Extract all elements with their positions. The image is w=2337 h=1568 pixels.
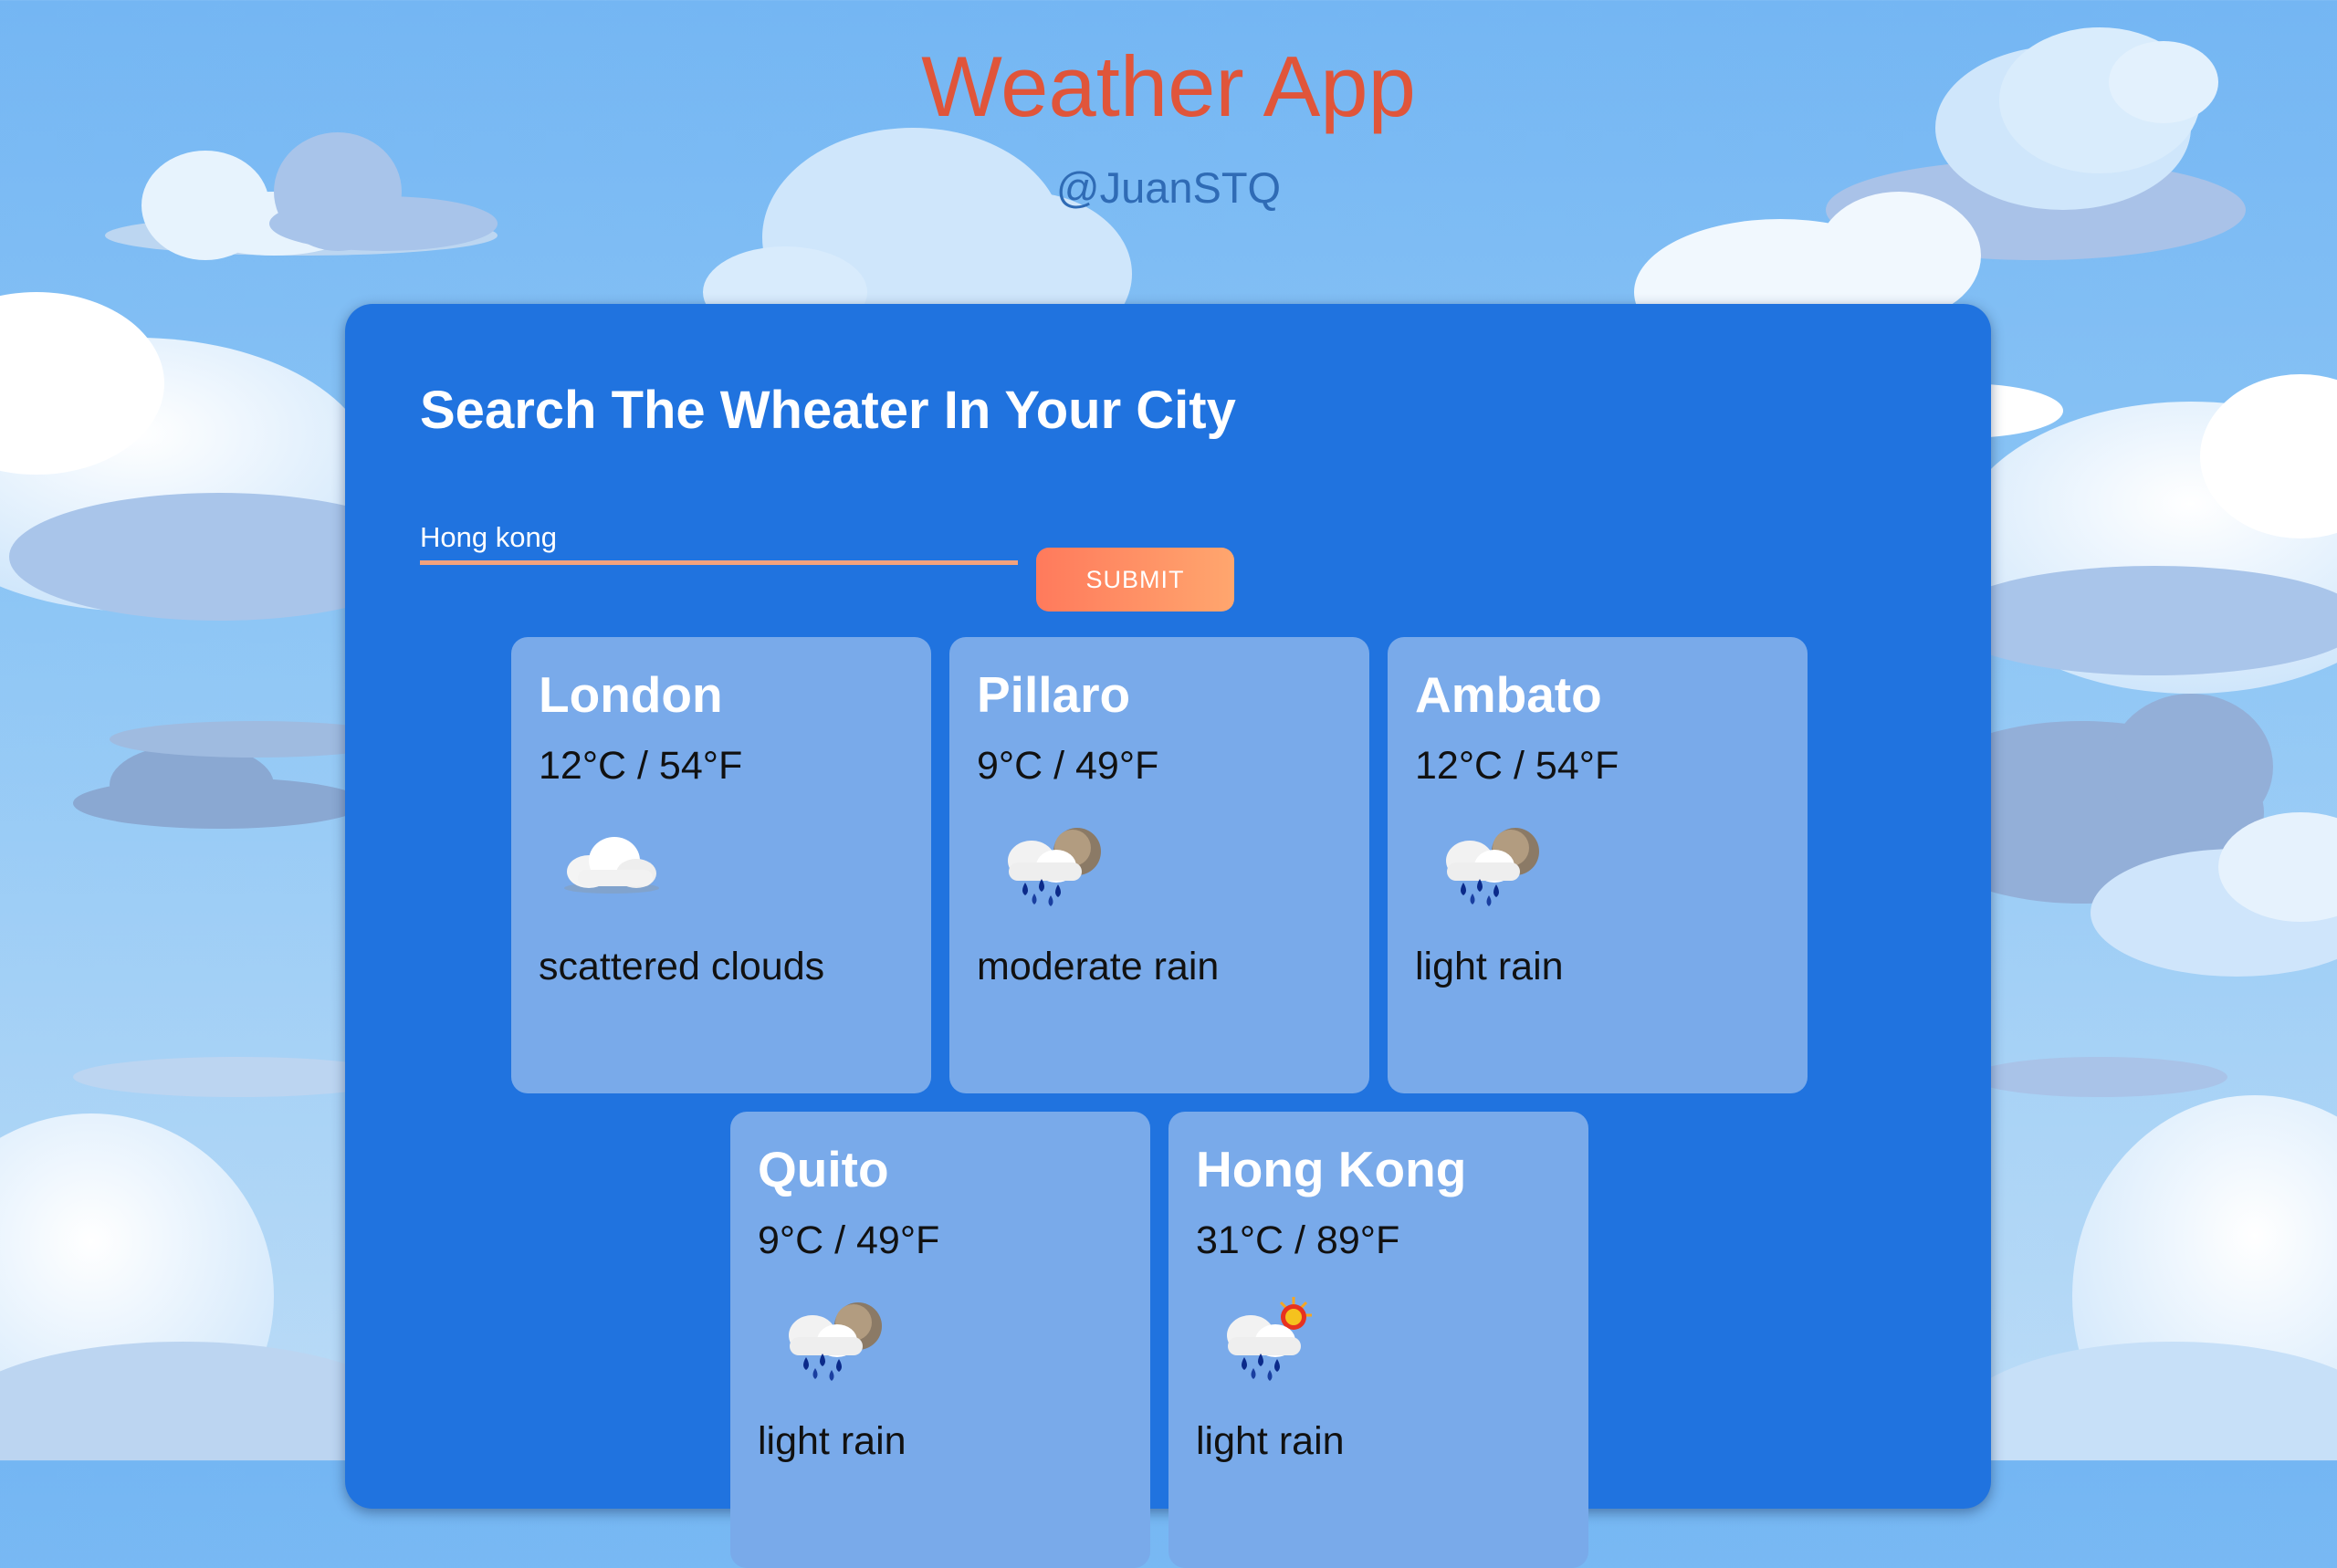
- card-city: London: [539, 666, 723, 723]
- cloud-right-lower: [1954, 1057, 2337, 1460]
- weather-card: Quito 9°C / 49°F light rain: [730, 1112, 1150, 1568]
- card-temperature: 12°C / 54°F: [539, 744, 743, 788]
- search-form: SUBMIT: [420, 514, 1242, 612]
- card-temperature: 9°C / 49°F: [758, 1218, 940, 1262]
- author-handle: @JuanSTQ: [1055, 163, 1282, 212]
- app-title: Weather App: [921, 38, 1416, 134]
- card-city: Quito: [758, 1141, 889, 1197]
- weather-card: London 12°C / 54°F scattered clouds: [511, 637, 931, 1093]
- card-temperature: 12°C / 54°F: [1415, 744, 1619, 788]
- card-city: Hong Kong: [1196, 1141, 1467, 1197]
- city-search-input[interactable]: [420, 514, 1018, 565]
- card-description: moderate rain: [977, 945, 1220, 988]
- card-city: Pillaro: [977, 666, 1131, 723]
- weather-card: Pillaro 9°C / 49°F moderate rain: [949, 637, 1369, 1093]
- rain-night-icon: [1446, 828, 1539, 906]
- rain-night-icon: [789, 1302, 882, 1381]
- card-city: Ambato: [1415, 666, 1602, 723]
- weather-card: Ambato 12°C / 54°F light rain: [1388, 637, 1808, 1093]
- card-description: light rain: [758, 1419, 907, 1463]
- rain-day-icon: [1227, 1297, 1312, 1381]
- weather-card: Hong Kong 31°C / 89°F light rain: [1168, 1112, 1588, 1568]
- card-temperature: 31°C / 89°F: [1196, 1218, 1400, 1262]
- submit-button[interactable]: SUBMIT: [1036, 548, 1234, 612]
- panel-heading: Search The Wheater In Your City: [420, 381, 1236, 440]
- cloud-icon: [564, 837, 659, 894]
- card-description: light rain: [1196, 1419, 1345, 1463]
- card-description: light rain: [1415, 945, 1564, 988]
- rain-night-icon: [1008, 828, 1101, 906]
- search-panel: Search The Wheater In Your City SUBMIT L…: [345, 304, 1991, 1568]
- card-description: scattered clouds: [539, 945, 825, 988]
- card-temperature: 9°C / 49°F: [977, 744, 1159, 788]
